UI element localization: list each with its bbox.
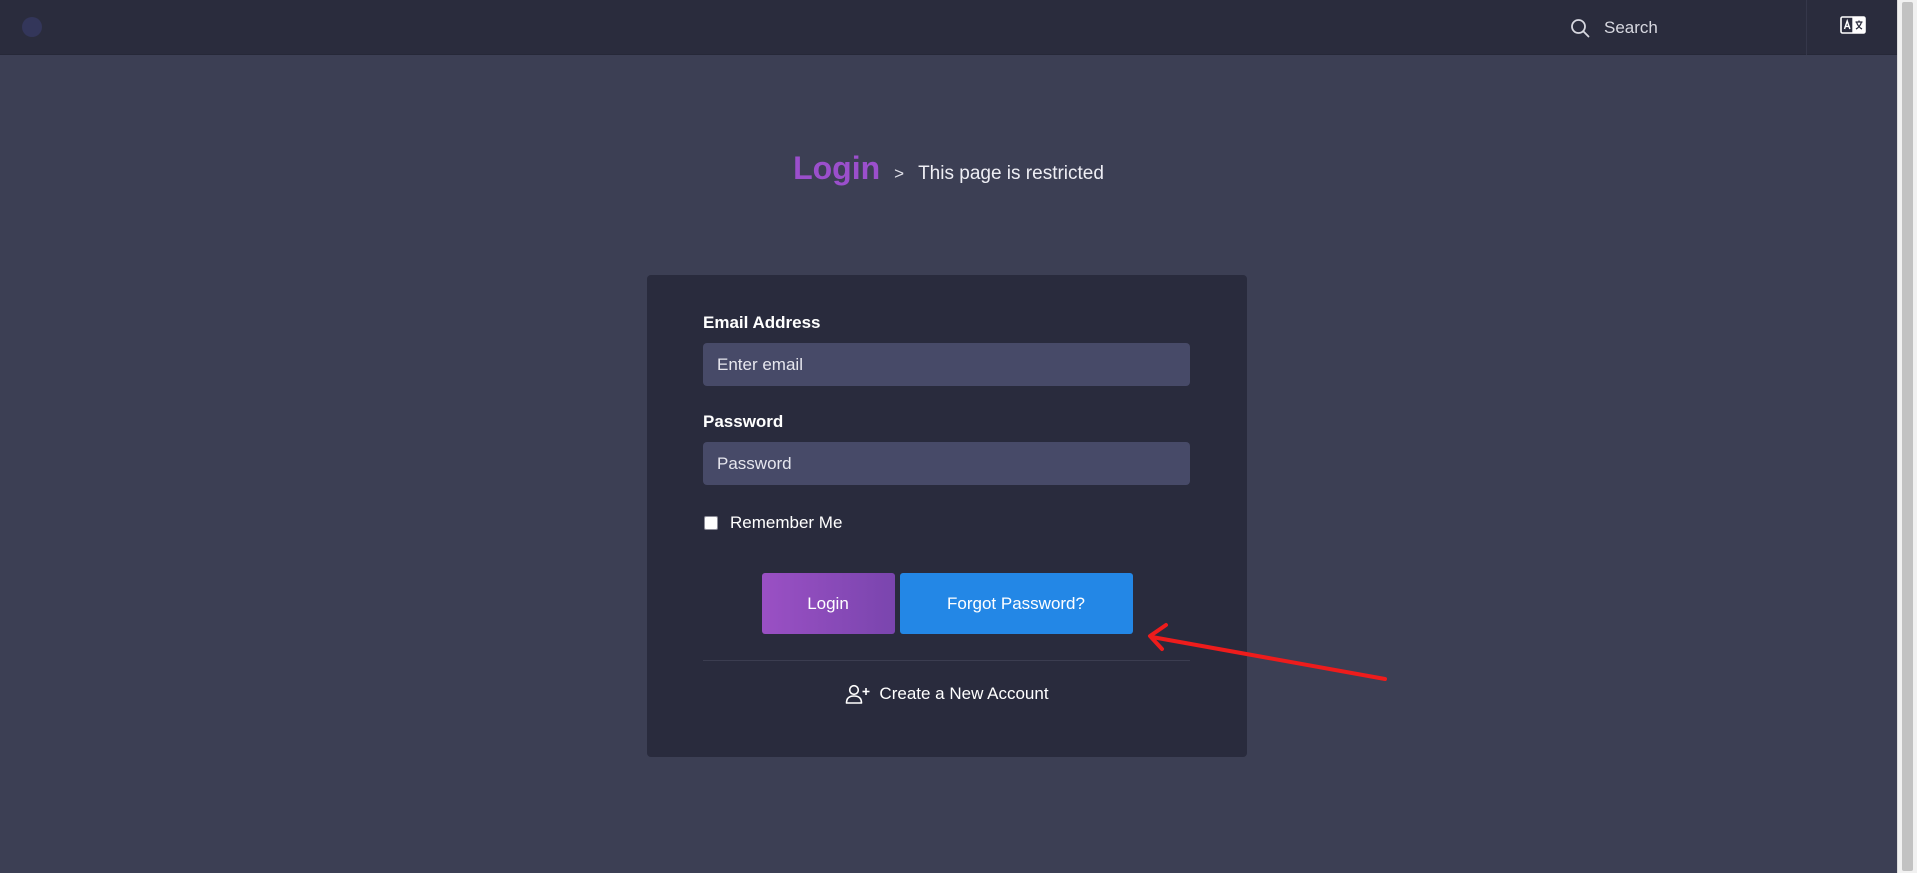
create-account-label: Create a New Account <box>879 684 1049 703</box>
remember-me-label: Remember Me <box>730 513 843 532</box>
password-label: Password <box>703 412 784 431</box>
top-bar: Search <box>0 0 1897 55</box>
logo[interactable] <box>22 17 42 37</box>
form-actions: Login Forgot Password? <box>703 573 1191 634</box>
forgot-password-button[interactable]: Forgot Password? <box>899 573 1133 634</box>
add-user-icon <box>846 684 870 704</box>
login-button[interactable]: Login <box>761 573 895 634</box>
page-scrollbar[interactable] <box>1897 0 1917 873</box>
password-input[interactable] <box>703 442 1190 485</box>
page-title: Login <box>793 150 881 186</box>
login-page: Search Login > This page is restricted E… <box>0 0 1917 873</box>
remember-me-row[interactable]: Remember Me <box>703 513 1191 533</box>
translate-icon[interactable] <box>1840 16 1866 34</box>
search-icon <box>1571 18 1590 37</box>
email-input[interactable] <box>703 343 1190 386</box>
scrollbar-thumb[interactable] <box>1902 2 1913 871</box>
search-label: Search <box>1604 17 1658 37</box>
topbar-divider <box>1806 0 1807 55</box>
remember-me-checkbox[interactable] <box>704 516 718 530</box>
create-account-link[interactable]: Create a New Account <box>703 684 1191 704</box>
card-divider <box>703 660 1190 661</box>
search-bar[interactable]: Search <box>1560 0 1806 55</box>
page-subtitle: This page is restricted <box>918 163 1104 184</box>
breadcrumb-separator: > <box>894 164 905 183</box>
email-label: Email Address <box>703 313 821 332</box>
login-card: Email Address Password Remember Me Login… <box>647 275 1247 757</box>
page-heading: Login > This page is restricted <box>0 150 1897 187</box>
